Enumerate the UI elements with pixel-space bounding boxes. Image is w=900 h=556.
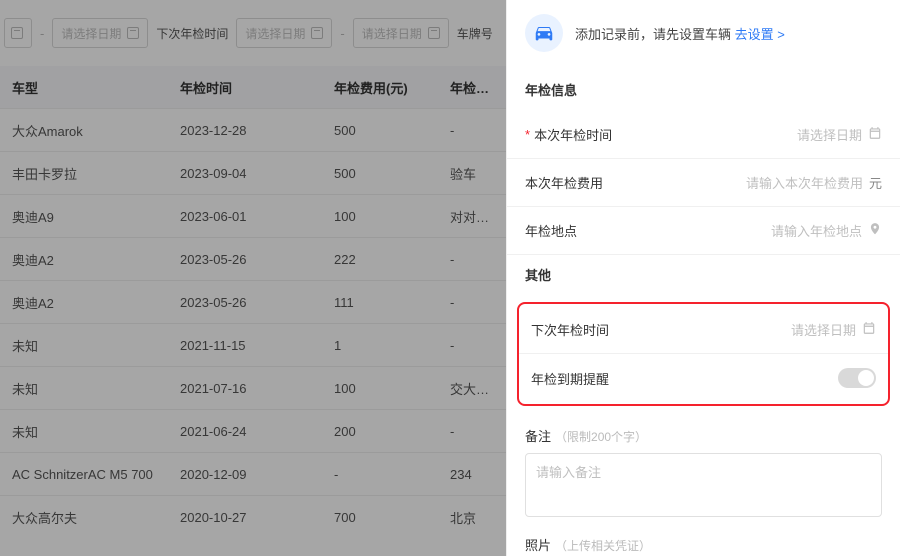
cell-fee: 100 [322,209,438,224]
cell-time: 2021-06-24 [168,424,322,439]
cell-place: - [438,295,506,310]
cell-model: 奥迪A2 [0,293,168,312]
pin-icon [868,222,882,239]
cell-time: 2023-05-26 [168,252,322,267]
notice-link[interactable]: 去设置 > [735,27,785,42]
reminder-label: 年检到期提醒 [531,369,609,388]
notice-pre: 添加记录前，请先设置车辆 [575,27,731,42]
next-time-input[interactable]: 请选择日期 [791,320,876,339]
cell-place: 北京 [438,508,506,527]
cell-fee: 1 [322,338,438,353]
photo-hint: （上传相关凭证） [555,539,651,553]
section-inspection: 年检信息 [507,70,900,111]
required-star: * [525,127,530,142]
th-fee: 年检费用(元) [322,78,438,97]
cell-place: 对对对鲜食火锅 [438,207,506,226]
cell-place: 234 [438,467,506,482]
remark-heading: 备注 （限制200个字） [507,412,900,453]
date-input-2[interactable]: 请选择日期 [236,18,332,48]
cell-model: 奥迪A2 [0,250,168,269]
cell-place: - [438,123,506,138]
cell-place: - [438,252,506,267]
reminder-toggle[interactable] [838,368,876,388]
cell-model: 未知 [0,422,168,441]
date-input-3[interactable]: 请选择日期 [353,18,449,48]
this-time-input[interactable]: 请选择日期 [797,125,882,144]
fee-input[interactable]: 请输入本次年检费用 元 [746,173,882,192]
calendar-icon [11,27,23,39]
date-input-1b[interactable]: 请选择日期 [52,18,148,48]
cell-fee: 500 [322,123,438,138]
remark-label: 备注 [525,429,551,444]
next-time-label: 下次年检时间 [531,320,609,339]
remark-hint: （限制200个字） [555,430,647,444]
calendar-icon [311,27,323,39]
cell-fee: 700 [322,510,438,525]
row-fee: 本次年检费用 请输入本次年检费用 元 [507,159,900,207]
cell-time: 2023-09-04 [168,166,322,181]
row-next-time: 下次年检时间 请选择日期 [519,306,888,354]
place-label: 年检地点 [525,221,577,240]
cell-place: 验车 [438,164,506,183]
highlight-box: 下次年检时间 请选择日期 年检到期提醒 [517,302,890,406]
row-place: 年检地点 请输入年检地点 [507,207,900,255]
filter-label-next: 下次年检时间 [156,25,228,42]
photo-label: 照片 [525,538,551,553]
row-this-time: * 本次年检时间 请选择日期 [507,111,900,159]
calendar-icon [127,27,139,39]
section-other: 其他 [507,255,900,296]
cell-fee: 100 [322,381,438,396]
cell-time: 2023-06-01 [168,209,322,224]
th-place: 年检地点 [438,78,506,97]
calendar-icon [868,126,882,143]
cell-fee: 500 [322,166,438,181]
cell-model: 大众Amarok [0,121,168,140]
cell-model: AC SchnitzerAC M5 700 [0,467,168,482]
remark-textarea[interactable]: 请输入备注 [525,453,882,517]
range-dash: - [340,26,344,41]
car-icon [525,14,563,52]
cell-time: 2021-07-16 [168,381,322,396]
cell-model: 大众高尔夫 [0,508,168,527]
th-model: 车型 [0,78,168,97]
row-reminder: 年检到期提醒 [519,354,888,402]
notice-text: 添加记录前，请先设置车辆 去设置 > [575,24,785,43]
cell-place: 交大知行大厦 [438,379,506,398]
cell-model: 未知 [0,379,168,398]
cell-time: 2023-12-28 [168,123,322,138]
calendar-icon [428,27,440,39]
photo-heading: 照片 （上传相关凭证） [507,517,900,556]
cell-fee: 111 [322,295,438,310]
cell-time: 2023-05-26 [168,295,322,310]
side-panel: 添加记录前，请先设置车辆 去设置 > 年检信息 * 本次年检时间 请选择日期 本次… [506,0,900,556]
cell-model: 未知 [0,336,168,355]
range-dash: - [40,26,44,41]
place-input[interactable]: 请输入年检地点 [771,221,882,240]
notice-bar: 添加记录前，请先设置车辆 去设置 > [507,0,900,70]
cell-place: - [438,424,506,439]
date-input-1-right[interactable] [4,18,32,48]
cell-time: 2020-12-09 [168,467,322,482]
cell-time: 2020-10-27 [168,510,322,525]
filter-label-plate: 车牌号 [457,25,493,42]
cell-time: 2021-11-15 [168,338,322,353]
cell-model: 丰田卡罗拉 [0,164,168,183]
cell-place: - [438,338,506,353]
th-time: 年检时间 [168,78,322,97]
cell-model: 奥迪A9 [0,207,168,226]
cell-fee: - [322,467,438,482]
this-time-label: 本次年检时间 [534,125,612,144]
fee-unit: 元 [869,173,882,192]
cell-fee: 200 [322,424,438,439]
cell-fee: 222 [322,252,438,267]
calendar-icon [862,321,876,338]
fee-label: 本次年检费用 [525,173,603,192]
